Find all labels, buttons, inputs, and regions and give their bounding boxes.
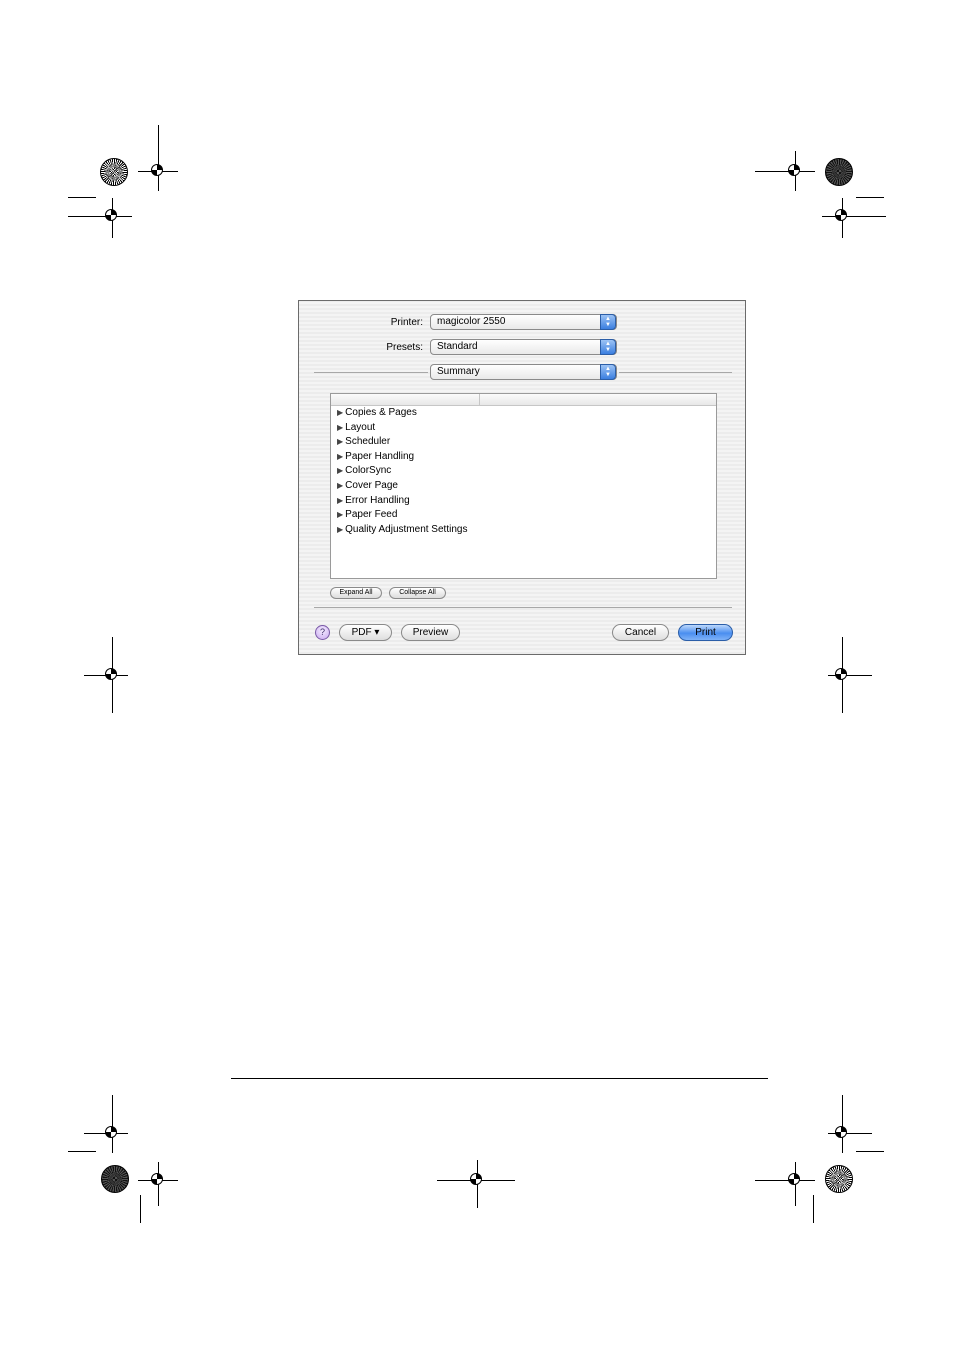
presets-popup[interactable]: Standard ▲ ▼ <box>430 339 617 355</box>
list-item[interactable]: ▶ Layout <box>331 421 479 436</box>
registration-mark-top-left-starburst <box>100 158 128 186</box>
printer-popup[interactable]: magicolor 2550 ▲ ▼ <box>430 314 617 330</box>
panel-separator-right <box>619 372 732 373</box>
registration-mark-bottom-left-starburst <box>101 1165 129 1193</box>
disclosure-triangle-icon[interactable]: ▶ <box>337 423 343 432</box>
registration-mark-top-right-starburst <box>825 158 853 186</box>
disclosure-triangle-icon[interactable]: ▶ <box>337 496 343 505</box>
popup-stepper-icon: ▲ ▼ <box>600 364 616 380</box>
panel-popup-value: Summary <box>437 366 480 377</box>
disclosure-triangle-icon[interactable]: ▶ <box>337 437 343 446</box>
popup-stepper-icon: ▲ ▼ <box>600 314 616 330</box>
list-item[interactable]: ▶ Paper Handling <box>331 450 479 465</box>
printer-label: Printer: <box>390 317 423 328</box>
list-item[interactable]: ▶ Error Handling <box>331 494 479 509</box>
bleed-line <box>813 1195 814 1223</box>
preview-button[interactable]: Preview <box>401 624 460 641</box>
expand-all-button[interactable]: Expand All <box>330 587 382 599</box>
print-dialog: Printer: magicolor 2550 ▲ ▼ Presets: Stan… <box>298 300 746 655</box>
summary-tree: ▶ Copies & Pages ▶ Layout ▶ Scheduler ▶ Pape… <box>331 406 716 537</box>
page-footer-rule <box>231 1078 768 1079</box>
bleed-line <box>856 1151 884 1152</box>
disclosure-triangle-icon[interactable]: ▶ <box>337 481 343 490</box>
list-item[interactable]: ▶ ColorSync <box>331 464 479 479</box>
list-item[interactable]: ▶ Copies & Pages <box>331 406 479 421</box>
disclosure-triangle-icon[interactable]: ▶ <box>337 525 343 534</box>
help-icon[interactable]: ? <box>315 625 330 640</box>
bleed-line <box>68 197 96 198</box>
list-item[interactable]: ▶ Quality Adjustment Settings <box>331 523 479 538</box>
bleed-line <box>856 197 884 198</box>
presets-label: Presets: <box>386 342 423 353</box>
disclosure-triangle-icon[interactable]: ▶ <box>337 510 343 519</box>
list-item[interactable]: ▶ Cover Page <box>331 479 479 494</box>
list-item[interactable]: ▶ Paper Feed <box>331 508 479 523</box>
printer-popup-value: magicolor 2550 <box>437 316 506 327</box>
bleed-line <box>68 1151 96 1152</box>
presets-popup-value: Standard <box>437 341 478 352</box>
panel-separator-left <box>314 372 428 373</box>
disclosure-triangle-icon[interactable]: ▶ <box>337 408 343 417</box>
bleed-line <box>140 1195 141 1223</box>
cancel-button[interactable]: Cancel <box>612 624 669 641</box>
disclosure-triangle-icon[interactable]: ▶ <box>337 466 343 475</box>
disclosure-triangle-icon[interactable]: ▶ <box>337 452 343 461</box>
registration-mark-bottom-right-starburst <box>825 1165 853 1193</box>
summary-list[interactable]: ▶ Copies & Pages ▶ Layout ▶ Scheduler ▶ Pape… <box>330 393 717 579</box>
panel-popup[interactable]: Summary ▲ ▼ <box>430 364 617 380</box>
footer-separator <box>314 607 732 608</box>
summary-list-header <box>331 394 716 406</box>
popup-stepper-icon: ▲ ▼ <box>600 339 616 355</box>
print-button[interactable]: Print <box>678 624 733 641</box>
collapse-all-button[interactable]: Collapse All <box>389 587 446 599</box>
list-item[interactable]: ▶ Scheduler <box>331 435 479 450</box>
pdf-button[interactable]: PDF ▾ <box>339 624 392 641</box>
